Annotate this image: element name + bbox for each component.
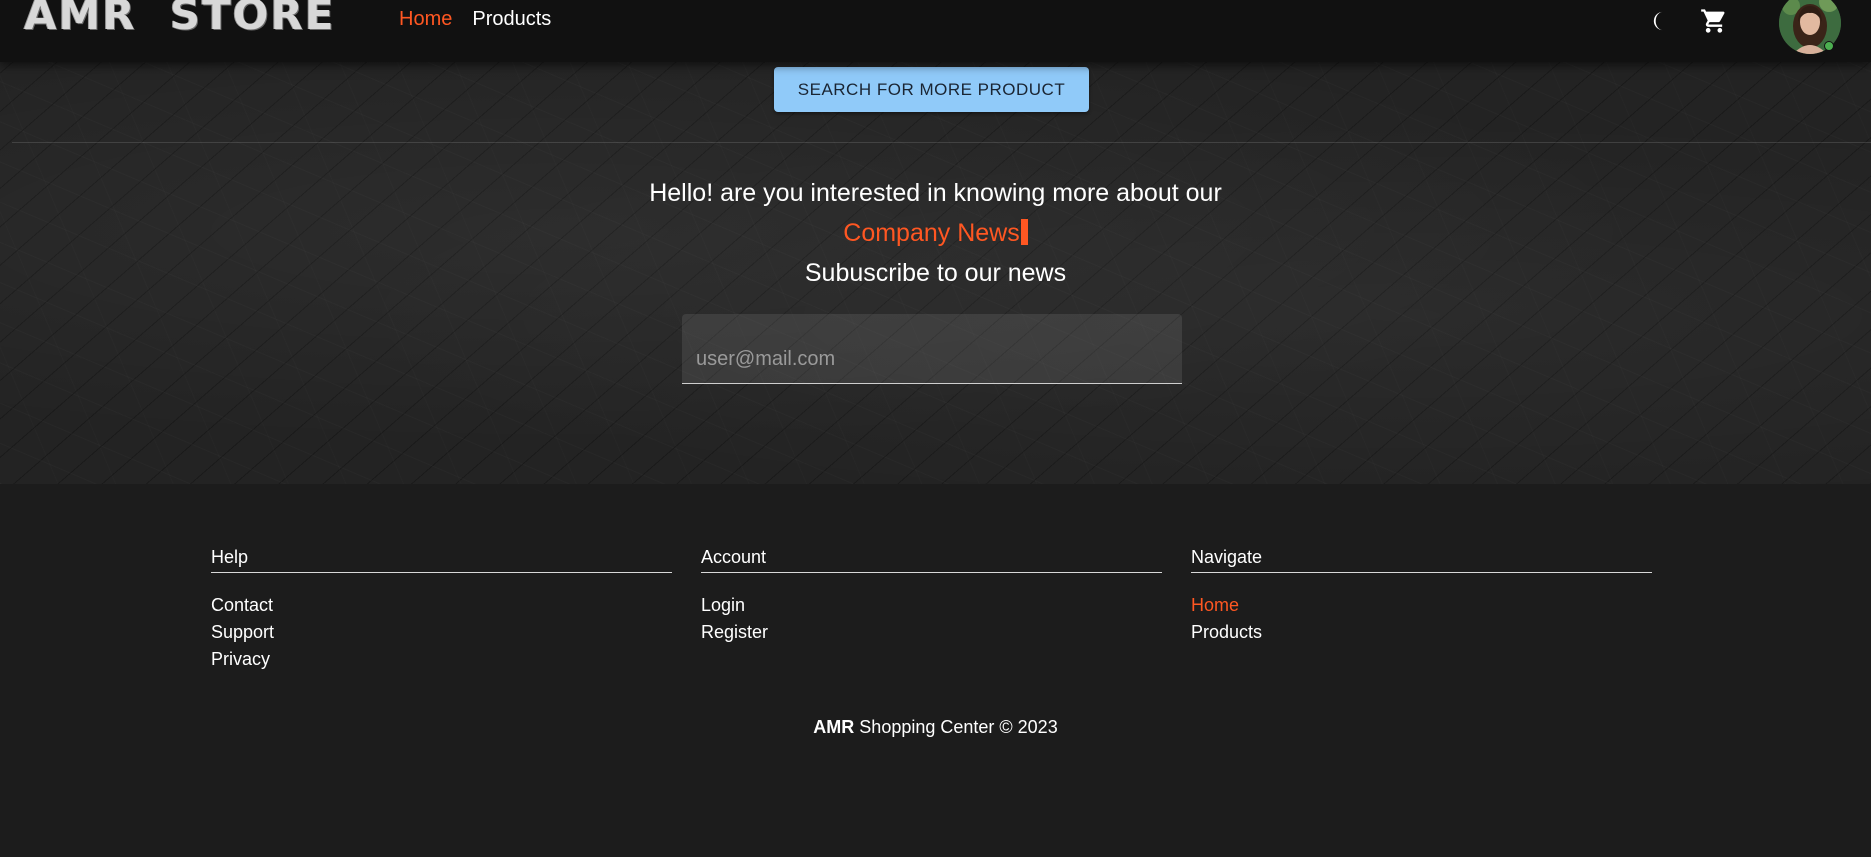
- email-input[interactable]: [682, 314, 1182, 383]
- newsletter-section: SEARCH FOR MORE PRODUCT Hello! are you i…: [0, 62, 1871, 484]
- footer-column-title: Help: [211, 547, 672, 573]
- search-more-product-button[interactable]: SEARCH FOR MORE PRODUCT: [774, 67, 1089, 112]
- main-nav: Home Products: [399, 8, 551, 31]
- footer-link-contact[interactable]: Contact: [211, 595, 273, 615]
- footer-link-login[interactable]: Login: [701, 595, 745, 615]
- footer-link-register[interactable]: Register: [701, 622, 768, 642]
- nav-link-home[interactable]: Home: [399, 8, 452, 31]
- email-field: [682, 314, 1182, 384]
- cart-icon[interactable]: [1699, 6, 1729, 36]
- company-news-label: Company News: [843, 219, 1020, 247]
- subscribe-heading: Subuscribe to our news: [804, 259, 1067, 287]
- online-status-dot: [1824, 41, 1834, 51]
- moon-icon[interactable]: [1648, 6, 1678, 36]
- footer-column-title: Account: [701, 547, 1162, 573]
- footer-link-home[interactable]: Home: [1191, 595, 1239, 615]
- footer-column-help: Help Contact Support Privacy: [211, 547, 672, 676]
- site-footer: Help Contact Support Privacy Account Log…: [0, 484, 1871, 857]
- footer-link-list: Login Register: [701, 595, 1162, 649]
- nav-link-products[interactable]: Products: [472, 8, 551, 31]
- footer-link-products[interactable]: Products: [1191, 622, 1262, 642]
- copyright-rest: Shopping Center © 2023: [854, 717, 1058, 737]
- company-news-typed-text: Company News: [0, 219, 1871, 248]
- newsletter-intro-text: Hello! are you interested in knowing mor…: [649, 179, 1222, 207]
- footer-link-list: Home Products: [1191, 595, 1652, 649]
- typing-cursor: [1020, 219, 1028, 245]
- copyright-text: AMR Shopping Center © 2023: [0, 717, 1871, 738]
- footer-link-support[interactable]: Support: [211, 622, 274, 642]
- footer-column-account: Account Login Register: [701, 547, 1162, 649]
- copyright-brand: AMR: [813, 717, 855, 737]
- store-logo[interactable]: AMR STORE: [24, 0, 336, 36]
- top-navbar: AMR STORE Home Products: [0, 0, 1871, 62]
- footer-column-navigate: Navigate Home Products: [1191, 547, 1652, 649]
- footer-link-list: Contact Support Privacy: [211, 595, 672, 676]
- section-divider: [12, 142, 1871, 143]
- footer-column-title: Navigate: [1191, 547, 1652, 573]
- footer-link-privacy[interactable]: Privacy: [211, 649, 270, 669]
